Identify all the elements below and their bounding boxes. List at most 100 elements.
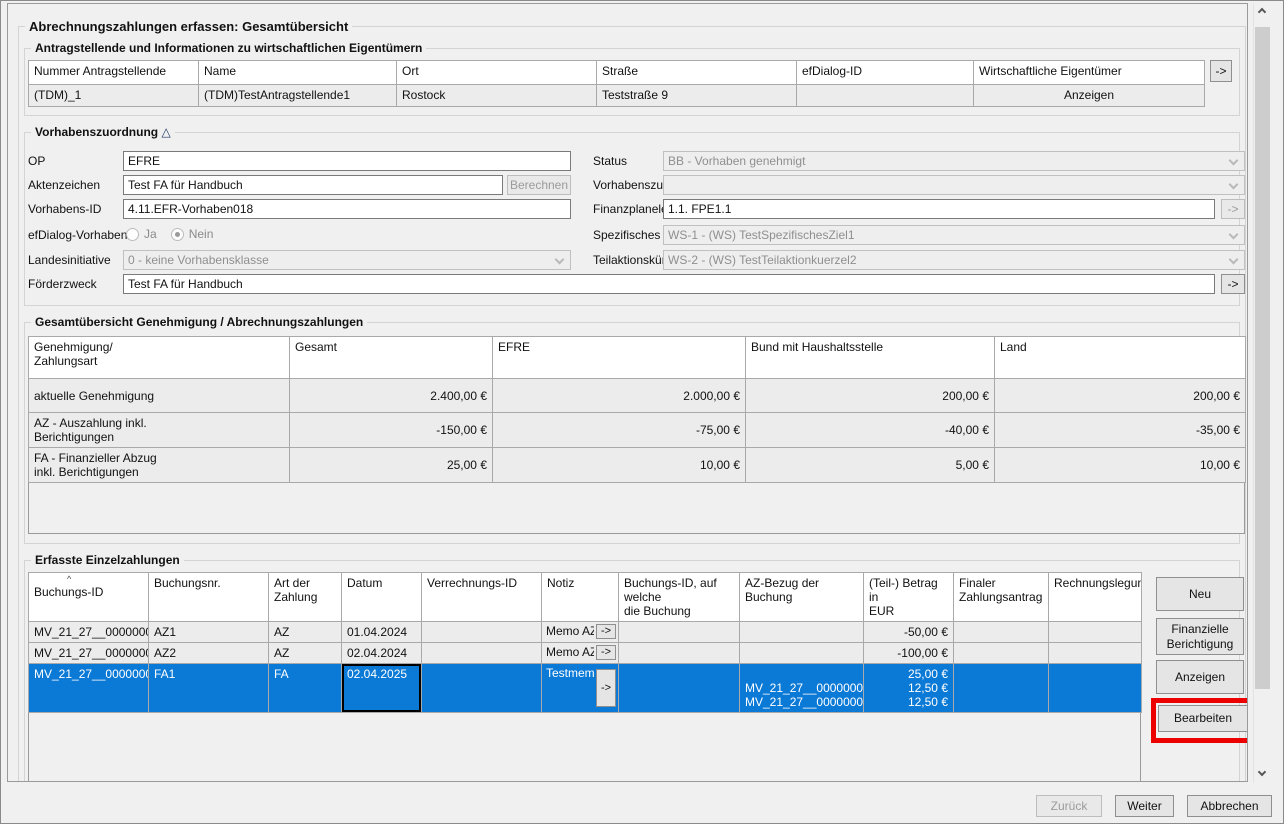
cell-efre: 10,00 € [493,448,746,483]
weiter-button[interactable]: Weiter [1115,795,1174,817]
cell-finaler-zahlungsantrag [954,622,1049,643]
foerderzweck-input[interactable] [123,274,1215,294]
col-az-bezug[interactable]: AZ-Bezug der Buchung [740,573,864,622]
cell-bund: 5,00 € [746,448,995,483]
abbrechen-button[interactable]: Abbrechen [1187,795,1272,817]
cell-finaler-zahlungsantrag [954,664,1049,713]
status-combo: BB - Vorhaben genehmigt [663,151,1245,171]
aktenzeichen-label: Aktenzeichen [28,178,100,194]
foerderzweck-label: Förderzweck [28,277,97,293]
cell-verrechnungs-id [422,622,542,643]
landesinitiative-value: 0 - keine Vorhabensklasse [128,253,269,267]
col-land: Land [995,337,1246,379]
col-rechnungslegung[interactable]: Rechnungslegung [1049,573,1142,622]
applicants-table: Nummer Antragstellende Name Ort Straße e… [28,60,1205,107]
notiz-arrow-button[interactable]: -> [596,669,616,707]
cell-az-bezug [740,643,864,664]
chevron-up-icon [1258,8,1266,16]
cell-betrag: -100,00 € [864,643,954,664]
notiz-arrow-button[interactable]: -> [596,624,616,639]
scroll-up-button[interactable] [1254,3,1271,20]
collapse-triangle-icon[interactable]: △ [161,125,170,139]
cell-art: FA [269,664,342,713]
scrollbar-thumb[interactable] [1255,27,1270,689]
op-input[interactable] [123,151,571,171]
cell-verrechnungs-id [422,643,542,664]
col-nummer-antragstellende: Nummer Antragstellende [29,61,199,85]
application-window: Abrechnungszahlungen erfassen: Gesamtübe… [0,0,1284,824]
bearbeiten-button[interactable]: Bearbeiten [1158,705,1248,732]
cell-efdialog-id [797,85,974,107]
spezifisches-ziel-combo: WS-1 - (WS) TestSpezifischesZiel1 [663,225,1245,245]
payment-row-1[interactable]: MV_21_27__0000000055 AZ1 AZ 01.04.2024 M… [29,622,1142,643]
col-datum[interactable]: Datum [342,573,422,622]
col-ort: Ort [397,61,597,85]
cell-buchungs-id: MV_21_27__0000000056 [29,643,149,664]
overview-table: Genehmigung/ Zahlungsart Gesamt EFRE Bun… [28,336,1246,483]
berechnen-button: Berechnen [507,175,571,195]
cell-notiz: Memo AZ-> [542,622,619,643]
col-teil-betrag[interactable]: (Teil-) Betrag in EUR [864,573,954,622]
scroll-down-button[interactable] [1254,766,1271,783]
eigentuemer-anzeigen-link[interactable]: Anzeigen [974,85,1205,107]
cell-datum: 01.04.2024 [342,622,422,643]
cell-rechnungslegung [1049,622,1142,643]
neu-button[interactable]: Neu [1156,577,1244,611]
payments-table: Buchungs-ID Buchungsnr. Art der Zahlung … [28,572,1142,713]
cell-art: aktuelle Genehmigung [29,379,290,413]
col-name: Name [199,61,397,85]
cell-betrag: 25,00 € 12,50 € 12,50 € [864,664,954,713]
cell-buchungs-id-auf [619,664,740,713]
sort-ascending-icon[interactable]: ^ [67,575,71,583]
col-buchungsnr[interactable]: Buchungsnr. [149,573,269,622]
applicants-detail-arrow-button[interactable]: -> [1210,60,1232,82]
col-buchungs-id-auf-welche[interactable]: Buchungs-ID, auf welche die Buchung [619,573,740,622]
finanzielle-berichtigung-button[interactable]: Finanzielle Berichtigung [1156,618,1244,655]
col-art-der-zahlung[interactable]: Art der Zahlung [269,573,342,622]
vertical-scrollbar[interactable] [1253,3,1270,783]
col-notiz[interactable]: Notiz [542,573,619,622]
col-strasse: Straße [597,61,797,85]
cell-buchungsnr: AZ2 [149,643,269,664]
cell-az-bezug [740,622,864,643]
notiz-arrow-button[interactable]: -> [596,645,616,660]
col-buchungs-id[interactable]: Buchungs-ID [29,573,149,622]
cell-buchungs-id-auf [619,643,740,664]
notiz-text: Testmemo [546,666,594,680]
cell-buchungs-id-auf [619,622,740,643]
cell-gesamt: 25,00 € [290,448,493,483]
applicant-row[interactable]: (TDM)_1 (TDM)TestAntragstellende1 Rostoc… [29,85,1205,107]
vorhabens-id-input[interactable] [123,199,571,219]
cell-notiz: Testmemo-> [542,664,619,713]
cell-art: AZ [269,643,342,664]
col-wirtschaftliche-eigentuemer: Wirtschaftliche Eigentümer [974,61,1205,85]
cell-gesamt: -150,00 € [290,413,493,448]
radio-ja: Ja [126,227,157,241]
col-verrechnungs-id[interactable]: Verrechnungs-ID [422,573,542,622]
col-finaler-zahlungsantrag[interactable]: Finaler Zahlungsantrag [954,573,1049,622]
overview-row-genehmigung[interactable]: aktuelle Genehmigung 2.400,00 € 2.000,00… [29,379,1246,413]
landesinitiative-combo: 0 - keine Vorhabensklasse [123,250,571,270]
chevron-down-icon [1229,255,1239,265]
anzeigen-button[interactable]: Anzeigen [1156,660,1244,694]
teilaktionskuerzel-value: WS-2 - (WS) TestTeilaktionkuerzel2 [668,253,857,267]
cell-notiz: Memo AZ-> [542,643,619,664]
cell-name: (TDM)TestAntragstellende1 [199,85,397,107]
aktenzeichen-input[interactable] [123,175,503,195]
col-gesamt: Gesamt [290,337,493,379]
finanzplanelement-input[interactable] [663,199,1215,219]
cell-rechnungslegung [1049,643,1142,664]
cell-buchungsnr: FA1 [149,664,269,713]
content-panel: Abrechnungszahlungen erfassen: Gesamtübe… [7,3,1248,782]
cell-buchungs-id: MV_21_27__0000000061 [29,664,149,713]
cell-finaler-zahlungsantrag [954,643,1049,664]
payment-row-2[interactable]: MV_21_27__0000000056 AZ2 AZ 02.04.2024 M… [29,643,1142,664]
foerderzweck-arrow-button[interactable]: -> [1221,274,1245,294]
teilaktionskuerzel-combo: WS-2 - (WS) TestTeilaktionkuerzel2 [663,250,1245,270]
payments-title: Erfasste Einzelzahlungen [31,553,184,567]
overview-row-fa[interactable]: FA - Finanzieller Abzug inkl. Berichtigu… [29,448,1246,483]
overview-row-az[interactable]: AZ - Auszahlung inkl. Berichtigungen -15… [29,413,1246,448]
cell-datum-focused[interactable]: 02.04.2025 [342,664,422,713]
radio-nein-circle [171,228,184,241]
payment-row-3-selected[interactable]: MV_21_27__0000000061 FA1 FA 02.04.2025 T… [29,664,1142,713]
